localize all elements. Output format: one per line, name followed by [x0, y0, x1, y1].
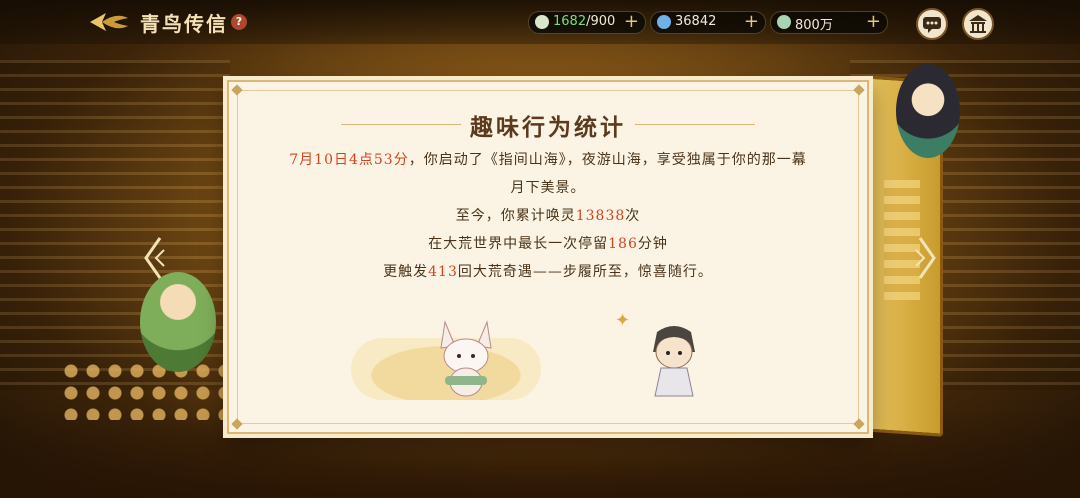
- stat-line-encounters: 更触发413回大荒奇遇——步履所至，惊喜随行。: [383, 264, 713, 280]
- help-button[interactable]: ?: [231, 14, 247, 30]
- green-haired-character: [140, 272, 216, 372]
- coin-resource: 800万 +: [770, 11, 888, 34]
- stats-text: 7月10日4点53分，你启动了《指间山海》，夜游山海，享受独属于你的那一幕 月下…: [249, 146, 847, 286]
- encounter-count: 413: [428, 264, 458, 280]
- longest-stay-minutes: 186: [608, 236, 638, 252]
- page-title: 青鸟传信: [140, 12, 228, 36]
- coin-icon: [777, 15, 791, 29]
- stat-line-summons: 至今，你累计唤灵13838次: [455, 208, 641, 224]
- jade-resource: 36842 +: [650, 11, 766, 34]
- fox-spirit-illustration: [440, 320, 492, 397]
- coin-value: 800万: [795, 18, 833, 33]
- chevron-left-icon: [144, 237, 165, 279]
- stamina-current: 1682: [553, 14, 587, 29]
- add-jade-button[interactable]: +: [744, 12, 759, 32]
- home-button[interactable]: [962, 8, 994, 40]
- stamina-icon: [535, 15, 549, 29]
- card-title: 趣味行为统计: [470, 114, 626, 141]
- stat-line-longest-stay: 在大荒世界中最长一次停留186分钟: [428, 236, 668, 252]
- first-launch-time: 7月10日4点53分: [289, 152, 409, 168]
- next-page-button[interactable]: [914, 236, 938, 280]
- home-icon: [969, 15, 987, 33]
- chat-icon: [923, 17, 941, 33]
- top-bar: 青鸟传信 ? 1682/900 + 36842 + 800万 +: [0, 0, 1080, 44]
- stat-line-first-launch-cont: 月下美景。: [510, 180, 586, 196]
- summon-count: 13838: [575, 208, 626, 224]
- stamina-max: /900: [586, 14, 616, 29]
- stat-line-first-launch: 7月10日4点53分，你启动了《指间山海》，夜游山海，享受独属于你的那一幕: [289, 152, 807, 168]
- stamina-resource: 1682/900 +: [528, 11, 646, 34]
- chat-button[interactable]: [916, 8, 948, 40]
- back-arrow-icon: [90, 13, 128, 31]
- add-coin-button[interactable]: +: [866, 12, 881, 32]
- card-illustration: ✦: [339, 310, 769, 402]
- previous-page-button[interactable]: [142, 236, 166, 280]
- scholar-character-illustration: [653, 326, 695, 397]
- back-button[interactable]: [88, 10, 130, 34]
- add-stamina-button[interactable]: +: [624, 12, 639, 32]
- jade-value: 36842: [675, 14, 717, 29]
- jade-icon: [657, 15, 671, 29]
- chevron-right-icon: [915, 237, 936, 279]
- sparkle-icon: ✦: [615, 310, 631, 331]
- stats-card: 趣味行为统计 7月10日4点53分，你启动了《指间山海》，夜游山海，享受独属于你…: [227, 80, 869, 434]
- dark-haired-character: [896, 64, 960, 158]
